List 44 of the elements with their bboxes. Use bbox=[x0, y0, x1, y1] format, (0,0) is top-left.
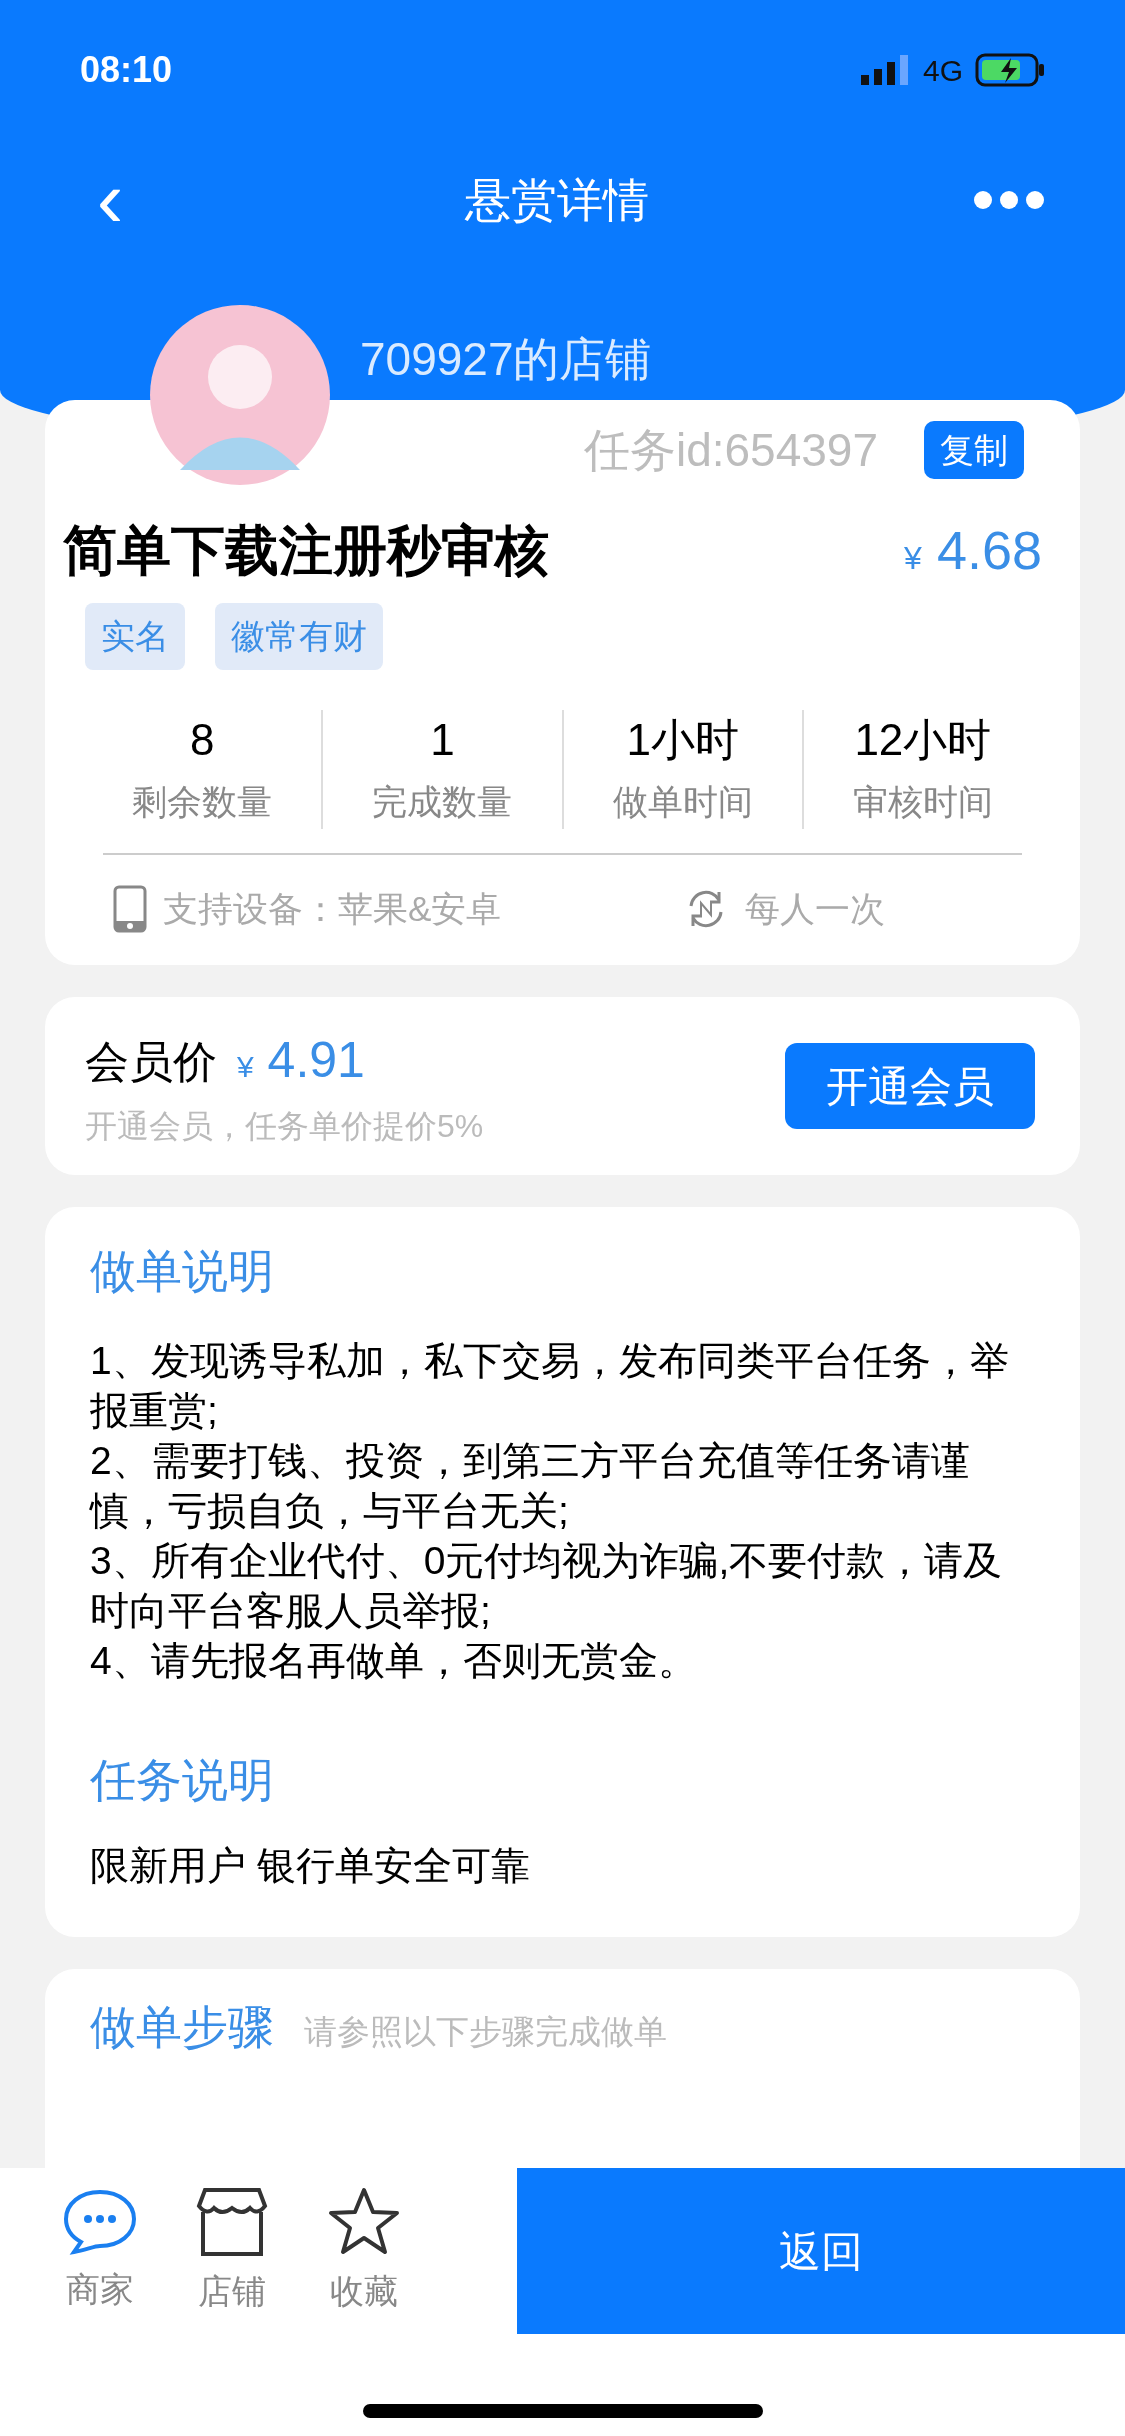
back-button[interactable]: ‹ bbox=[80, 160, 140, 240]
member-price-label: 会员价 bbox=[85, 1035, 217, 1088]
store-icon bbox=[195, 2185, 269, 2258]
member-note: 开通会员，任务单价提价5% bbox=[85, 1106, 484, 1146]
return-button[interactable]: 返回 bbox=[517, 2168, 1125, 2334]
phone-icon bbox=[113, 884, 147, 933]
tab-bar-item[interactable]: 收藏 bbox=[324, 2185, 404, 2317]
tag: 徽常有财 bbox=[215, 603, 383, 670]
supported-devices: 支持设备：苹果&安卓 bbox=[163, 887, 503, 930]
stat-value: 12小时 bbox=[854, 714, 992, 766]
section-title: 任务说明 bbox=[90, 1753, 275, 1808]
stat-value: 1 bbox=[430, 714, 455, 766]
tab-bar-item[interactable]: 店铺 bbox=[192, 2185, 272, 2317]
task-title: 简单下载注册秒审核 bbox=[63, 519, 549, 582]
join-membership-button[interactable]: 开通会员 bbox=[785, 1043, 1035, 1129]
chat-icon bbox=[62, 2187, 138, 2256]
signal-icon bbox=[860, 55, 911, 85]
section-title: 做单步骤 bbox=[90, 2000, 274, 2055]
task-id: 任务id:654397 bbox=[583, 422, 878, 478]
steps-hint: 请参照以下步骤完成做单 bbox=[304, 2012, 667, 2052]
instruction-text: 4、请先报名再做单，否则无赏金。 bbox=[90, 1638, 698, 1684]
network-label: 4G bbox=[922, 52, 963, 89]
more-icon[interactable] bbox=[973, 190, 1045, 210]
task-description: 限新用户 银行单安全可靠 bbox=[90, 1843, 531, 1889]
copy-button[interactable]: 复制 bbox=[924, 421, 1024, 479]
stat-value: 1小时 bbox=[626, 714, 739, 766]
instruction-text: 1、发现诱导私加，私下交易，发布同类平台任务，举报重赏; bbox=[90, 1338, 1010, 1434]
stat-label: 剩余数量 bbox=[132, 781, 273, 823]
stat-value: 8 bbox=[189, 714, 215, 766]
instruction-text: 2、需要打钱、投资，到第三方平台充值等任务请谨慎，亏损自负，与平台无关; bbox=[90, 1438, 971, 1534]
status-time: 08:10 bbox=[80, 48, 173, 92]
stat-label: 做单时间 bbox=[612, 781, 753, 823]
section-title: 做单说明 bbox=[90, 1244, 275, 1299]
task-price: ¥ 4.68 bbox=[904, 519, 1042, 582]
stat-label: 完成数量 bbox=[372, 781, 513, 823]
battery-icon bbox=[975, 53, 1045, 87]
tag: 实名 bbox=[85, 603, 185, 670]
tab-bar-item[interactable]: 商家 bbox=[60, 2187, 140, 2315]
member-price: ¥ 4.91 bbox=[237, 1030, 365, 1090]
instruction-text: 3、所有企业代付、0元付均视为诈骗,不要付款，请及时向平台客服人员举报; bbox=[90, 1538, 1004, 1634]
page-title: 悬赏详情 bbox=[464, 172, 649, 228]
frequency-limit: 每人一次 bbox=[745, 887, 885, 930]
shop-name: 709927的店铺 bbox=[360, 332, 652, 387]
stat-label: 审核时间 bbox=[852, 781, 993, 823]
